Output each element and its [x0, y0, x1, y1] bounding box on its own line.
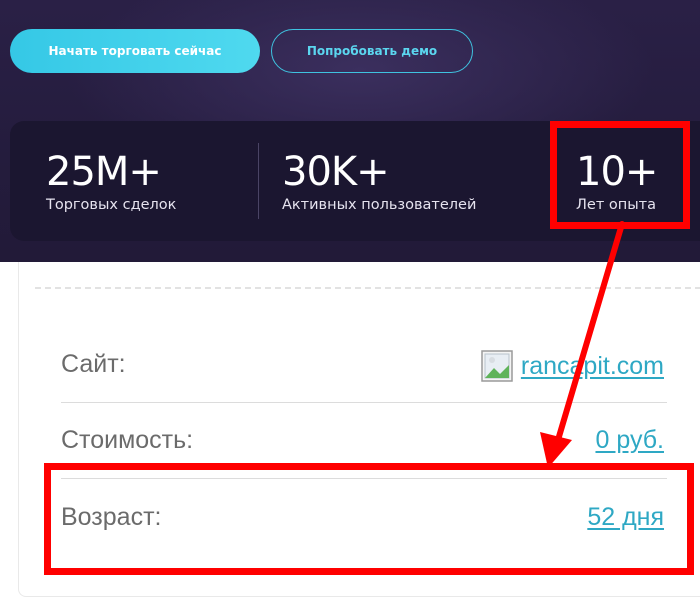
stats-divider	[258, 143, 259, 219]
highlight-box-age	[44, 463, 694, 575]
stat-value: 25M+	[46, 149, 162, 195]
broken-image-icon	[481, 350, 513, 382]
cost-link[interactable]: 0 руб.	[595, 426, 664, 455]
cost-label: Стоимость:	[61, 426, 194, 454]
stat-label: Активных пользователей	[282, 197, 477, 213]
stat-label: Торговых сделок	[46, 197, 177, 213]
try-demo-button[interactable]: Попробовать демо	[271, 29, 473, 73]
stat-value: 30K+	[282, 149, 390, 195]
dashed-divider	[35, 287, 700, 289]
row-separator	[61, 402, 667, 403]
site-link[interactable]: rancapit.com	[481, 350, 664, 382]
start-trading-button[interactable]: Начать торговать сейчас	[10, 29, 260, 73]
site-url[interactable]: rancapit.com	[521, 352, 664, 381]
site-label: Сайт:	[61, 350, 126, 378]
highlight-box-experience	[550, 121, 690, 229]
